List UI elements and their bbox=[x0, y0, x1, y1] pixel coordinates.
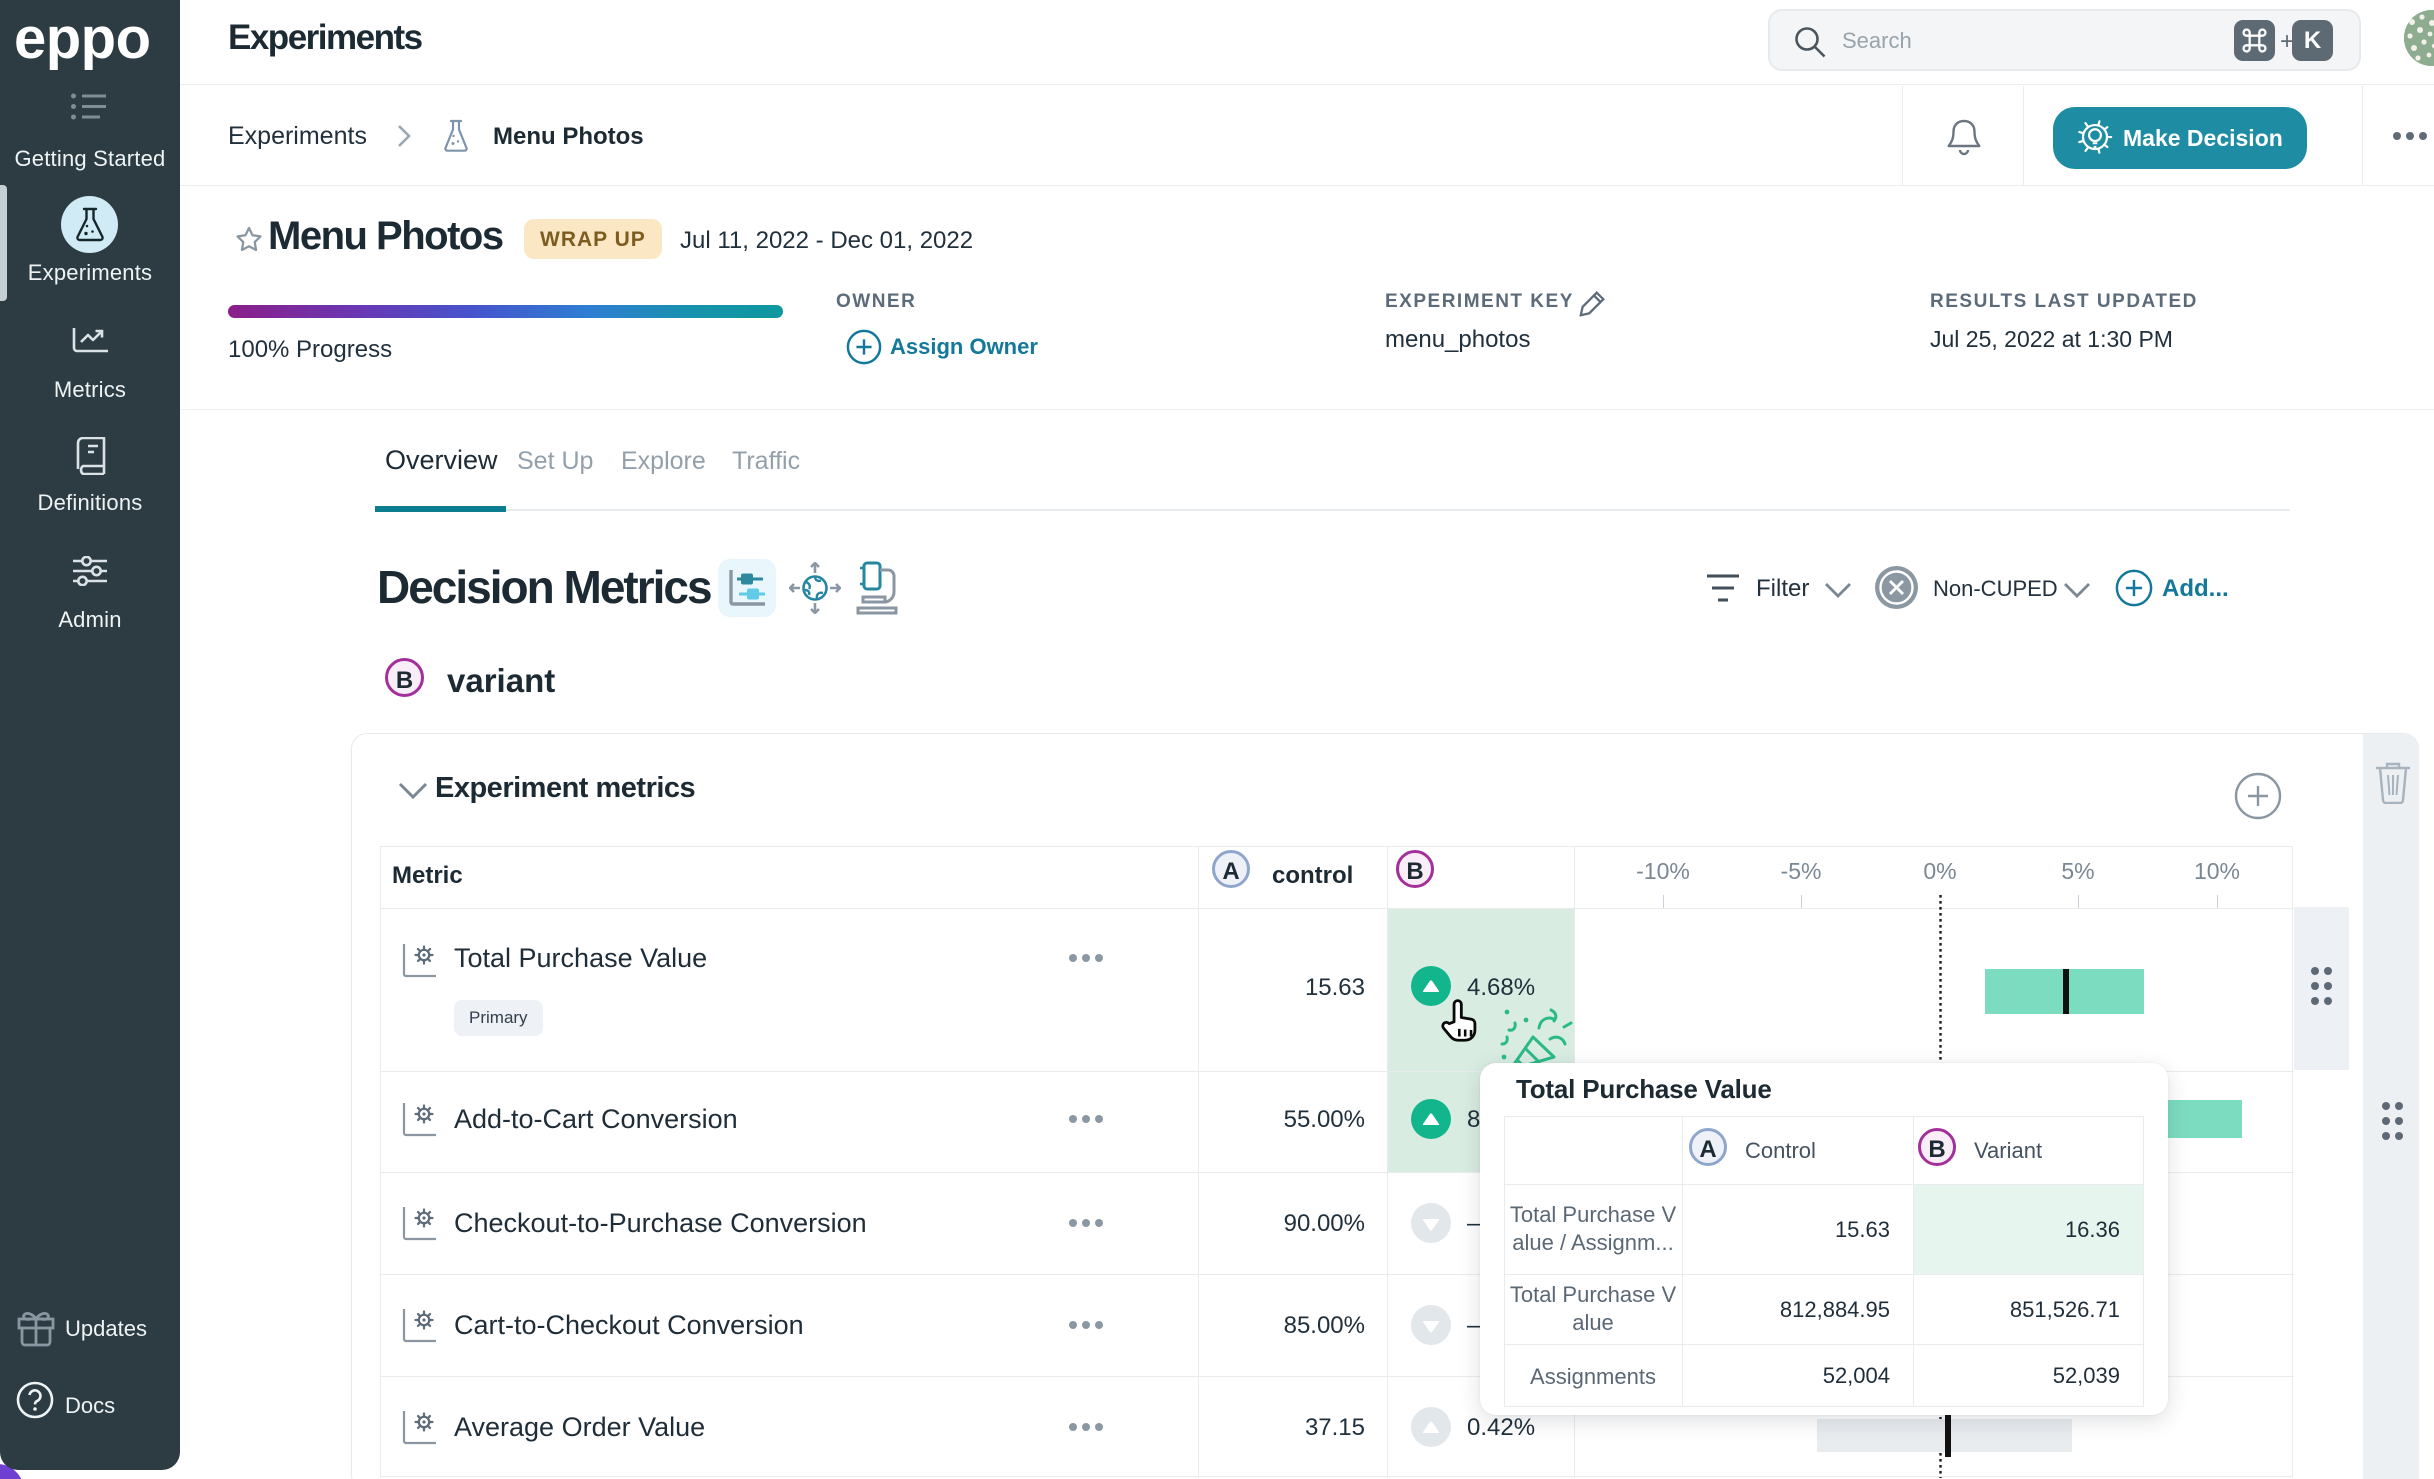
svg-text:eppo: eppo bbox=[14, 6, 151, 71]
